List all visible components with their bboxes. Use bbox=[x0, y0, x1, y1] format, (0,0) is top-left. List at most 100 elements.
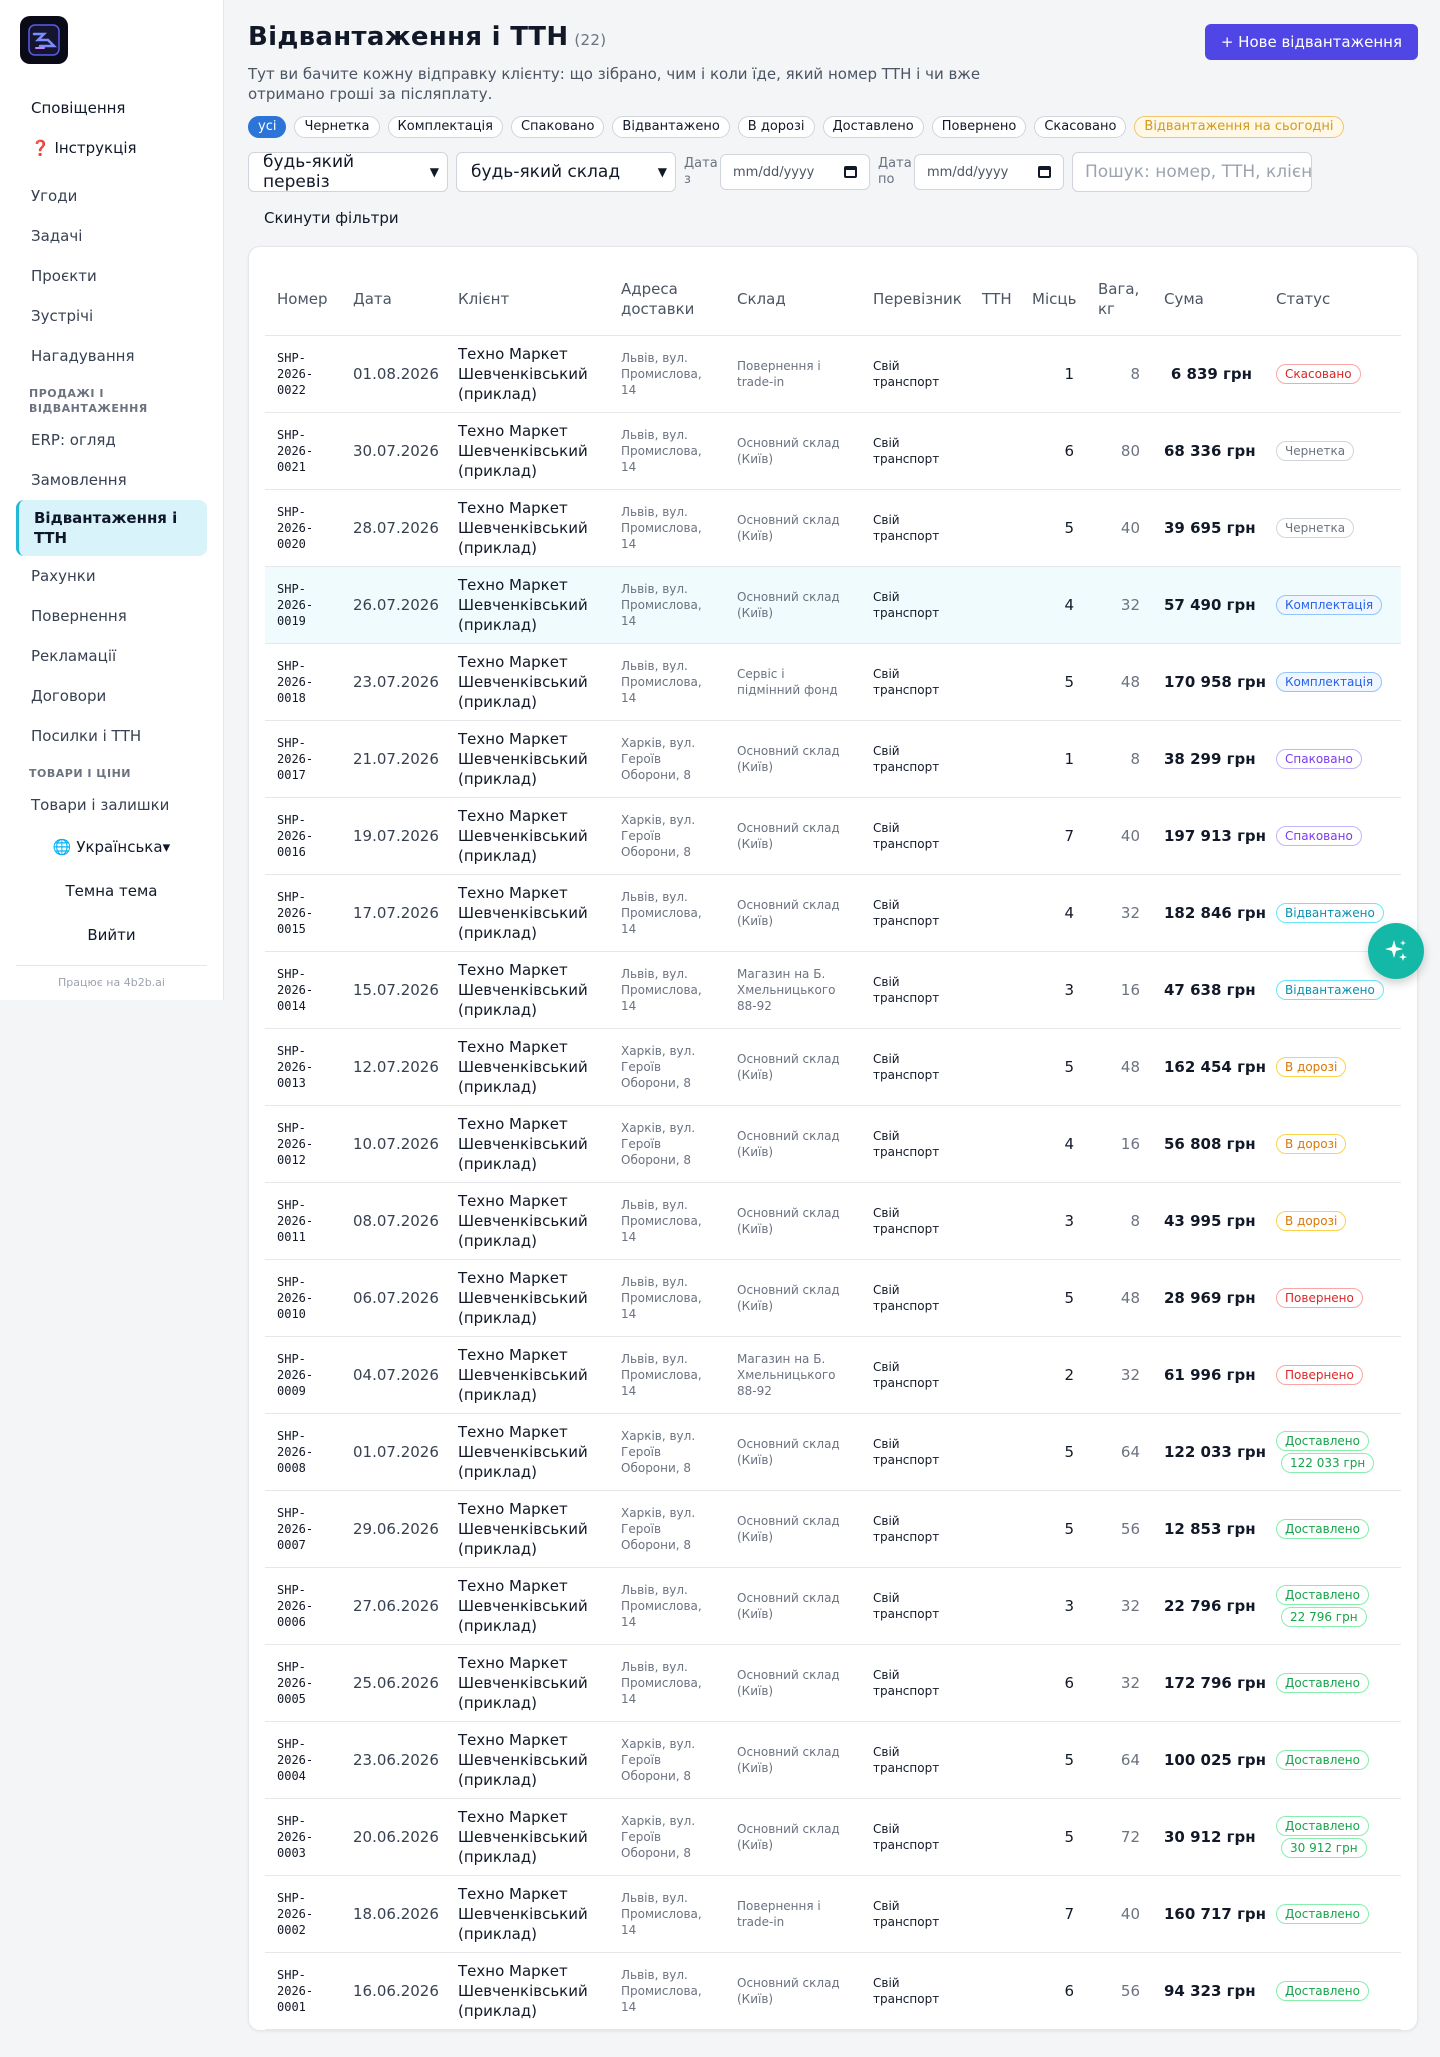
sidebar-item-tasks[interactable]: Задачі bbox=[16, 216, 207, 256]
col-status[interactable]: Статус bbox=[1264, 263, 1401, 336]
status-chip[interactable]: Відвантажено bbox=[612, 116, 730, 138]
calendar-icon[interactable] bbox=[844, 166, 857, 178]
date-from-input[interactable]: mm/dd/yyyy bbox=[720, 154, 870, 190]
sidebar-item-invoices[interactable]: Рахунки bbox=[16, 556, 207, 596]
table-row[interactable]: SHP-2026-0005 25.06.2026 Техно Маркет Шевч… bbox=[265, 1644, 1401, 1722]
sidebar-item-claims[interactable]: Рекламації bbox=[16, 636, 207, 676]
table-row[interactable]: SHP-2026-0011 08.07.2026 Техно Маркет Шевч… bbox=[265, 1182, 1401, 1260]
col-ttn[interactable]: ТТН bbox=[970, 263, 1020, 336]
ai-assistant-button[interactable] bbox=[1368, 923, 1424, 979]
sidebar-item-parcels[interactable]: Посилки і ТТН bbox=[16, 716, 207, 756]
status-chip[interactable]: В дорозі bbox=[737, 116, 815, 138]
table-row[interactable]: SHP-2026-0020 28.07.2026 Техно Маркет Шевч… bbox=[265, 489, 1401, 567]
table-row[interactable]: SHP-2026-0016 19.07.2026 Техно Маркет Шевч… bbox=[265, 797, 1401, 875]
sidebar-item-contracts[interactable]: Договори bbox=[16, 676, 207, 716]
table-row[interactable]: SHP-2026-0015 17.07.2026 Техно Маркет Шевч… bbox=[265, 874, 1401, 952]
table-row[interactable]: SHP-2026-0006 27.06.2026 Техно Маркет Шевч… bbox=[265, 1567, 1401, 1645]
status-chip[interactable]: Комплектація bbox=[387, 116, 503, 138]
table-row[interactable]: SHP-2026-0018 23.07.2026 Техно Маркет Шевч… bbox=[265, 643, 1401, 721]
col-date[interactable]: Дата bbox=[341, 263, 446, 336]
status-chip[interactable]: Доставлено bbox=[822, 116, 924, 138]
sidebar-item-orders[interactable]: Замовлення bbox=[16, 460, 207, 500]
status-chip[interactable]: Повернено bbox=[931, 116, 1027, 138]
sidebar-section-goods: ТОВАРИ І ЦІНИ bbox=[29, 767, 131, 780]
shipment-number[interactable]: SHP-2026-0005 bbox=[265, 1644, 341, 1722]
shipment-number[interactable]: SHP-2026-0001 bbox=[265, 1952, 341, 2030]
table-row[interactable]: SHP-2026-0002 18.06.2026 Техно Маркет Шевч… bbox=[265, 1875, 1401, 1953]
shipment-number[interactable]: SHP-2026-0016 bbox=[265, 797, 341, 875]
shipment-number[interactable]: SHP-2026-0020 bbox=[265, 489, 341, 567]
reset-filters-button[interactable]: Скинути фільтри bbox=[248, 198, 415, 238]
shipment-number[interactable]: SHP-2026-0018 bbox=[265, 643, 341, 721]
language-selector[interactable]: 🌐 Українська▾ bbox=[16, 825, 207, 869]
logout-button[interactable]: Вийти bbox=[16, 913, 207, 957]
shipment-number[interactable]: SHP-2026-0010 bbox=[265, 1259, 341, 1337]
col-address[interactable]: Адреса доставки bbox=[609, 263, 725, 336]
shipment-number[interactable]: SHP-2026-0004 bbox=[265, 1721, 341, 1799]
sidebar-item-reminders[interactable]: Нагадування bbox=[16, 336, 207, 376]
new-shipment-button[interactable]: + Нове відвантаження bbox=[1204, 24, 1418, 60]
carrier-select[interactable]: будь-який перевіз ▼ bbox=[248, 152, 448, 192]
shipment-number[interactable]: SHP-2026-0008 bbox=[265, 1413, 341, 1491]
table-row[interactable]: SHP-2026-0003 20.06.2026 Техно Маркет Шевч… bbox=[265, 1798, 1401, 1876]
date-to-input[interactable]: mm/dd/yyyy bbox=[914, 154, 1064, 190]
shipment-number[interactable]: SHP-2026-0009 bbox=[265, 1336, 341, 1414]
carrier-name: Свій транспорт bbox=[861, 1413, 970, 1491]
app-logo-icon[interactable] bbox=[20, 16, 68, 64]
table-row[interactable]: SHP-2026-0004 23.06.2026 Техно Маркет Шевч… bbox=[265, 1721, 1401, 1799]
shipment-number[interactable]: SHP-2026-0015 bbox=[265, 874, 341, 952]
table-row[interactable]: SHP-2026-0022 01.08.2026 Техно Маркет Шевч… bbox=[265, 335, 1401, 413]
sidebar-item-returns[interactable]: Повернення bbox=[16, 596, 207, 636]
status-chip[interactable]: Скасовано bbox=[1034, 116, 1127, 138]
shipment-number[interactable]: SHP-2026-0021 bbox=[265, 412, 341, 490]
shipment-number[interactable]: SHP-2026-0014 bbox=[265, 951, 341, 1029]
shipment-date: 01.07.2026 bbox=[341, 1413, 446, 1491]
table-row[interactable]: SHP-2026-0001 16.06.2026 Техно Маркет Шевч… bbox=[265, 1952, 1401, 2030]
table-row[interactable]: SHP-2026-0012 10.07.2026 Техно Маркет Шевч… bbox=[265, 1105, 1401, 1183]
col-number[interactable]: Номер bbox=[265, 263, 341, 336]
ttn-number bbox=[970, 643, 1020, 721]
sidebar-item-erp[interactable]: ERP: огляд bbox=[16, 420, 207, 460]
shipment-number[interactable]: SHP-2026-0019 bbox=[265, 566, 341, 644]
table-row[interactable]: SHP-2026-0013 12.07.2026 Техно Маркет Шевч… bbox=[265, 1028, 1401, 1106]
sidebar-item-shipments[interactable]: Відвантаження і ТТН bbox=[16, 500, 207, 556]
status-chip[interactable]: Спаковано bbox=[510, 116, 605, 138]
col-weight[interactable]: Вага, кг bbox=[1086, 263, 1152, 336]
shipment-number[interactable]: SHP-2026-0007 bbox=[265, 1490, 341, 1568]
table-row[interactable]: SHP-2026-0021 30.07.2026 Техно Маркет Шевч… bbox=[265, 412, 1401, 490]
theme-toggle[interactable]: Темна тема bbox=[16, 869, 207, 913]
shipment-number[interactable]: SHP-2026-0011 bbox=[265, 1182, 341, 1260]
table-row[interactable]: SHP-2026-0017 21.07.2026 Техно Маркет Шевч… bbox=[265, 720, 1401, 798]
status-chip[interactable]: Відвантаження на сьогодні bbox=[1134, 116, 1344, 138]
shipment-number[interactable]: SHP-2026-0022 bbox=[265, 335, 341, 413]
table-row[interactable]: SHP-2026-0010 06.07.2026 Техно Маркет Шевч… bbox=[265, 1259, 1401, 1337]
table-row[interactable]: SHP-2026-0014 15.07.2026 Техно Маркет Шевч… bbox=[265, 951, 1401, 1029]
calendar-icon[interactable] bbox=[1038, 166, 1051, 178]
sidebar-item-stock[interactable]: Товари і залишки bbox=[16, 785, 207, 825]
table-row[interactable]: SHP-2026-0009 04.07.2026 Техно Маркет Шевч… bbox=[265, 1336, 1401, 1414]
shipment-number[interactable]: SHP-2026-0006 bbox=[265, 1567, 341, 1645]
sidebar-item-deals[interactable]: Угоди bbox=[16, 176, 207, 216]
status-badge: Комплектація bbox=[1276, 594, 1383, 615]
status-chip[interactable]: Чернетка bbox=[294, 116, 380, 138]
sidebar-item-meetings[interactable]: Зустрічі bbox=[16, 296, 207, 336]
shipment-number[interactable]: SHP-2026-0013 bbox=[265, 1028, 341, 1106]
col-places[interactable]: Місць bbox=[1020, 263, 1086, 336]
col-carrier[interactable]: Перевізник bbox=[861, 263, 970, 336]
table-row[interactable]: SHP-2026-0007 29.06.2026 Техно Маркет Шевч… bbox=[265, 1490, 1401, 1568]
shipment-number[interactable]: SHP-2026-0003 bbox=[265, 1798, 341, 1876]
sidebar-item-instructions[interactable]: ❓ Інструкція bbox=[16, 128, 207, 168]
shipment-number[interactable]: SHP-2026-0012 bbox=[265, 1105, 341, 1183]
sidebar-item-projects[interactable]: Проєкти bbox=[16, 256, 207, 296]
col-sum[interactable]: Сума bbox=[1152, 263, 1264, 336]
search-input[interactable]: Пошук: номер, ТТН, клієн bbox=[1072, 152, 1312, 192]
table-row[interactable]: SHP-2026-0008 01.07.2026 Техно Маркет Шевч… bbox=[265, 1413, 1401, 1491]
warehouse-select[interactable]: будь-який склад ▼ bbox=[456, 152, 676, 192]
shipment-number[interactable]: SHP-2026-0002 bbox=[265, 1875, 341, 1953]
table-row[interactable]: SHP-2026-0019 26.07.2026 Техно Маркет Шевч… bbox=[265, 566, 1401, 644]
col-client[interactable]: Клієнт bbox=[446, 263, 609, 336]
col-warehouse[interactable]: Склад bbox=[725, 263, 861, 336]
status-chip[interactable]: усі bbox=[248, 116, 287, 138]
shipment-number[interactable]: SHP-2026-0017 bbox=[265, 720, 341, 798]
sidebar-item-notifications[interactable]: Сповіщення bbox=[16, 88, 207, 128]
